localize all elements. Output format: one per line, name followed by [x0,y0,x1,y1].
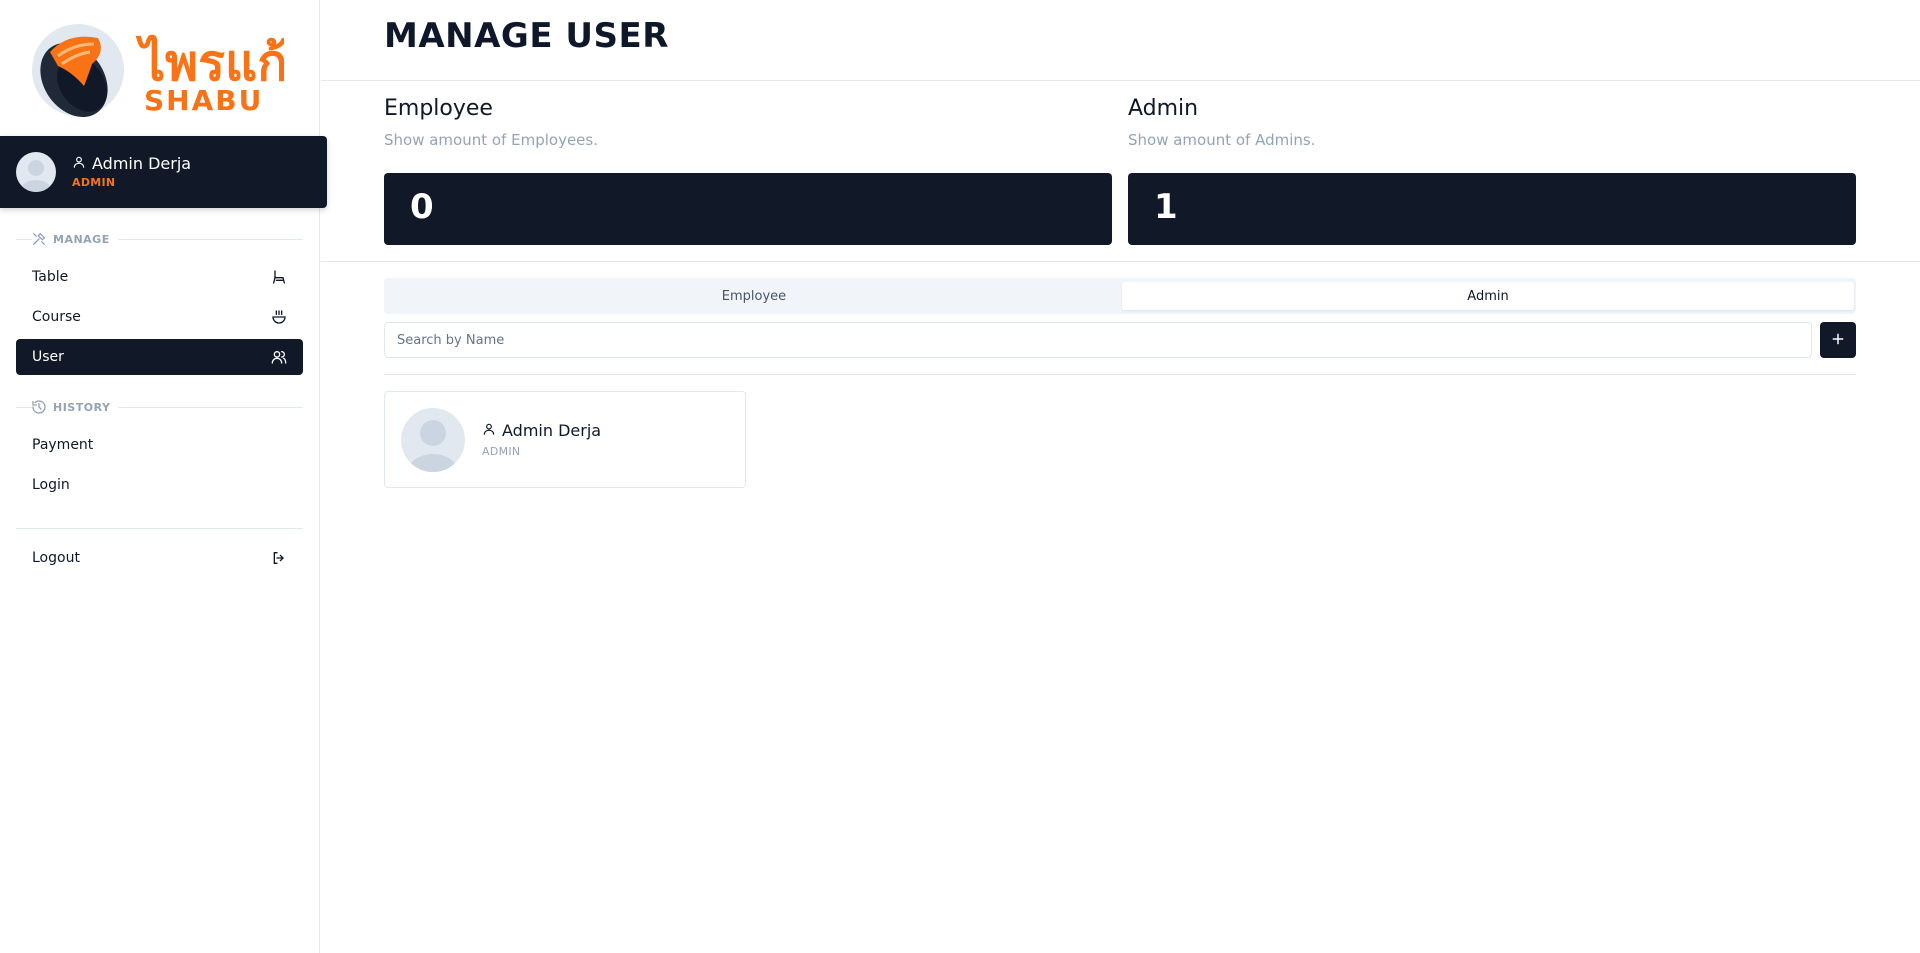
section-manage-label: MANAGE [53,232,110,246]
user-icon [72,154,86,173]
sidebar-item-login[interactable]: Login [16,467,303,503]
stat-admin-desc: Show amount of Admins. [1128,131,1316,149]
sidebar-divider [16,528,303,529]
chair-icon [271,269,287,285]
user-type-tabs: Employee Admin [384,278,1856,314]
stat-employee: Employee Show amount of Employees. 0 [384,96,1112,245]
add-user-button[interactable] [1820,322,1856,358]
svg-text:SHABU: SHABU [144,84,263,117]
sidebar-item-course[interactable]: Course [16,299,303,335]
stat-employee-value: 0 [410,187,434,227]
stat-admin-value: 1 [1154,187,1178,227]
tab-employee[interactable]: Employee [388,282,1120,310]
page-title: MANAGE USER [384,16,669,56]
app-root: ไพรแก้น SHABU Admin Derja ADMIN [0,0,1920,953]
user-name: Admin Derja [502,421,602,440]
section-history: HISTORY [16,399,303,415]
sidebar-item-user[interactable]: User [16,339,303,375]
list-divider [384,374,1856,375]
user-card[interactable]: Admin Derja ADMIN [384,391,746,488]
sidebar-item-label: Login [32,477,70,493]
profile-card[interactable]: Admin Derja ADMIN [0,136,327,208]
profile-role: ADMIN [72,176,116,189]
tools-icon [31,231,47,247]
stat-employee-desc: Show amount of Employees. [384,131,598,149]
sidebar-item-table[interactable]: Table [16,259,303,295]
stat-employee-title: Employee [384,96,493,121]
user-name-row: Admin Derja [482,421,601,440]
avatar [16,152,56,192]
history-icon [31,399,47,415]
sidebar-item-payment[interactable]: Payment [16,427,303,463]
stat-admin-box: 1 [1128,173,1856,245]
profile-name-row: Admin Derja [72,154,191,173]
logout-icon [271,550,287,566]
users-icon [271,349,287,365]
logout-label: Logout [32,550,80,566]
section-manage: MANAGE [16,231,303,247]
brand-logo[interactable]: ไพรแก้น SHABU [28,12,322,122]
user-role: ADMIN [482,445,521,458]
header-divider [321,80,1920,81]
user-icon [482,421,496,440]
stat-admin: Admin Show amount of Admins. 1 [1128,96,1856,245]
bowl-icon [271,309,287,325]
sidebar-item-label: Course [32,309,81,325]
stat-employee-box: 0 [384,173,1112,245]
logout-button[interactable]: Logout [16,540,303,576]
section-history-label: HISTORY [53,400,111,414]
stat-admin-title: Admin [1128,96,1199,121]
sidebar-item-label: User [32,349,64,365]
plus-icon [1831,331,1845,350]
avatar [401,408,465,472]
tab-admin[interactable]: Admin [1122,282,1854,310]
sidebar: ไพรแก้น SHABU Admin Derja ADMIN [0,0,327,953]
sidebar-item-label: Payment [32,437,94,453]
sidebar-item-label: Table [32,269,69,285]
profile-name: Admin Derja [92,154,192,173]
section-divider [321,261,1920,262]
search-input[interactable] [384,322,1812,358]
